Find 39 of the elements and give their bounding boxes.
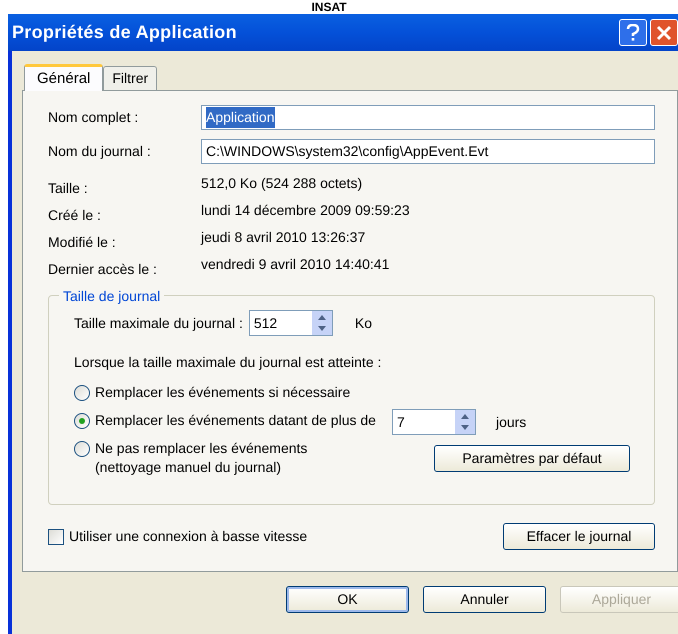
unit-label: Ko [354,314,372,332]
caption-text: INSAT [311,0,347,14]
radio-label: Remplacer les événements si nécessaire [95,383,350,402]
dialog-button[interactable]: OK [286,586,409,613]
days-unit: jours [496,412,526,432]
close-icon [656,24,672,40]
tab[interactable]: Filtrer [103,66,158,90]
help-button[interactable] [619,19,647,46]
max-size-spinner[interactable]: 512 [248,310,333,336]
window-title: Propriétés de Application [12,21,237,44]
radio-button[interactable] [74,385,90,401]
info-label: Dernier accès le : [48,260,158,279]
radio-button[interactable] [74,413,90,429]
tab[interactable]: Général [24,64,104,91]
text-field[interactable]: C:\WINDOWS\system32\config\AppEvent.Evt [201,139,655,164]
radio-label: Ne pas remplacer les événements [95,439,308,458]
text-field[interactable]: Application [201,105,655,130]
radio-note: (nettoyage manuel du journal) [95,459,282,475]
checkbox-label: Utiliser une connexion à basse vitesse [69,527,308,546]
info-value: vendredi 9 avril 2010 14:40:41 [201,255,390,274]
dialog-button[interactable]: Annuler [423,586,546,613]
instruction-text: Lorsque la taille maximale du journal est atteinte : [74,353,382,372]
info-label: Modifié le : [48,233,117,252]
field-label: Nom complet : [48,108,140,127]
info-value: jeudi 8 avril 2010 13:26:37 [201,228,366,247]
info-label: Taille : [48,179,89,198]
checkbox[interactable] [48,528,64,544]
radio-label: Remplacer les événements datant de plus de [95,411,376,430]
max-size-label: Taille maximale du journal : [74,314,243,333]
days-spinner[interactable]: 7 [392,409,476,435]
field-label: Nom du journal : [48,142,152,161]
radio-button[interactable] [74,441,90,457]
defaults-button[interactable]: Paramètres par défaut [434,445,630,472]
question-mark-icon [626,24,640,42]
close-button[interactable] [650,19,678,46]
info-label: Créé le : [48,206,102,225]
info-value: 512,0 Ko (524 288 octets) [201,174,362,193]
clear-log-button[interactable]: Effacer le journal [503,523,655,550]
info-value: lundi 14 décembre 2009 09:59:23 [201,201,410,220]
